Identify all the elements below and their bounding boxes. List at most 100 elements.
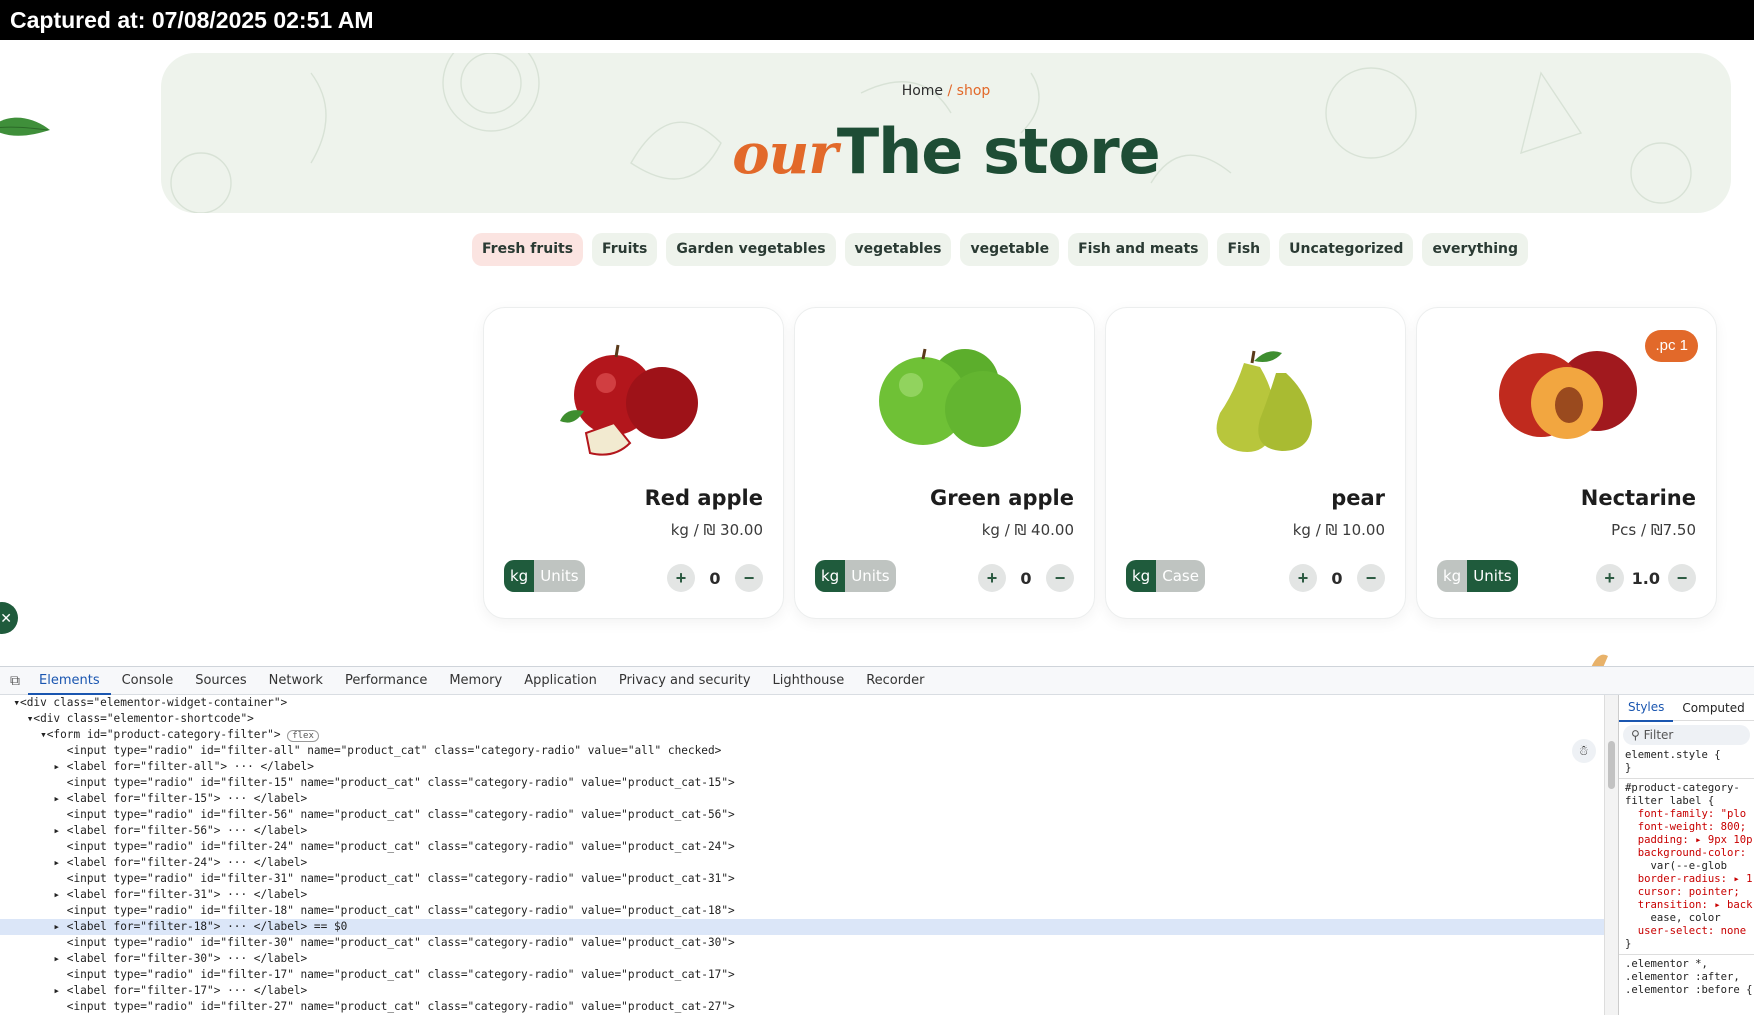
side-panel-close-icon[interactable]: ✕ [0, 602, 18, 634]
filter-chip-fish[interactable]: Fish [1217, 233, 1271, 266]
dom-node[interactable]: ▸ <label for="filter-30"> ··· </label> [0, 951, 1604, 967]
unit-option-case[interactable]: Case [1156, 560, 1205, 592]
product-card[interactable]: pear kg / ₪ 10.00 kg Case + 0 − [1105, 307, 1406, 619]
tab-recorder[interactable]: Recorder [855, 667, 935, 695]
css-property[interactable]: border-radius: ▸ 1 [1619, 873, 1754, 886]
unit-toggle[interactable]: kg Case [1126, 560, 1205, 592]
dom-node[interactable]: <input type="radio" id="filter-31" name=… [0, 871, 1604, 887]
dom-node[interactable]: ▾<div class="elementor-shortcode"> [0, 711, 1604, 727]
tab-privacy-and-security[interactable]: Privacy and security [608, 667, 762, 695]
dom-node[interactable]: <input type="radio" id="filter-27" name=… [0, 999, 1604, 1015]
dom-node[interactable]: <input type="radio" id="filter-all" name… [0, 743, 1604, 759]
pear-image [1216, 350, 1312, 452]
increase-quantity-button[interactable]: + [667, 564, 695, 592]
decrease-quantity-button[interactable]: − [735, 564, 763, 592]
styles-filter-input[interactable]: ⚲ Filter [1623, 725, 1750, 745]
unit-option-units[interactable]: Units [845, 560, 896, 592]
filter-chip-garden-vegetables[interactable]: Garden vegetables [666, 233, 836, 266]
tab-elements[interactable]: Elements [28, 667, 111, 695]
dom-scrollbar[interactable] [1604, 695, 1618, 1015]
breadcrumb-home-link[interactable]: Home [902, 83, 943, 99]
tab-styles[interactable]: Styles [1619, 695, 1674, 722]
quantity-value: 1.0 [1631, 568, 1660, 588]
dom-tree[interactable]: ▾<div class="elementor-widget-container"… [0, 695, 1604, 1015]
green-apple-image [879, 348, 1021, 447]
product-name[interactable]: Red apple [645, 486, 763, 510]
quantity-stepper: + 0 − [978, 564, 1074, 592]
product-price: kg / ₪ 30.00 [670, 521, 763, 539]
filter-chip-fresh-fruits[interactable]: Fresh fruits [472, 233, 584, 266]
css-property[interactable]: transition: ▸ back [1619, 899, 1754, 912]
tab-console[interactable]: Console [111, 667, 185, 695]
css-property[interactable]: font-family: "plo [1619, 808, 1754, 821]
unit-option-units[interactable]: Units [1467, 560, 1518, 592]
css-property[interactable]: user-select: none [1619, 925, 1754, 938]
increase-quantity-button[interactable]: + [978, 564, 1006, 592]
dom-node[interactable]: ▾<form id="product-category-filter"> fle… [0, 727, 1604, 743]
product-card[interactable]: .pc 1 Nectarine Pcs / ₪7.50 kg Units + 1.… [1416, 307, 1717, 619]
dom-node[interactable]: <input type="radio" id="filter-24" name=… [0, 839, 1604, 855]
unit-toggle[interactable]: kg Units [815, 560, 896, 592]
dom-node[interactable]: ▾<div class="elementor-widget-container"… [0, 695, 1604, 711]
unit-toggle[interactable]: kg Units [1437, 560, 1518, 592]
product-card[interactable]: Green apple kg / ₪ 40.00 kg Units + 0 − [794, 307, 1095, 619]
css-property[interactable]: padding: ▸ 9px 10p [1619, 834, 1754, 847]
product-card[interactable]: Red apple kg / ₪ 30.00 kg Units + 0 − [483, 307, 784, 619]
flex-badge[interactable]: flex [287, 730, 319, 742]
dom-node[interactable]: ▸ <label for="filter-24"> ··· </label> [0, 855, 1604, 871]
filter-chip-vegetables[interactable]: vegetables [844, 233, 952, 266]
decrease-quantity-button[interactable]: − [1046, 564, 1074, 592]
product-name[interactable]: pear [1331, 486, 1385, 510]
css-property[interactable]: cursor: pointer; [1619, 886, 1754, 899]
tab-application[interactable]: Application [513, 667, 608, 695]
dom-node[interactable]: <input type="radio" id="filter-30" name=… [0, 935, 1604, 951]
decrease-quantity-button[interactable]: − [1357, 564, 1385, 592]
hero-banner: Home / shop ourThe store [161, 53, 1731, 213]
unit-toggle[interactable]: kg Units [504, 560, 585, 592]
tab-lighthouse[interactable]: Lighthouse [762, 667, 856, 695]
dom-node[interactable]: <input type="radio" id="filter-18" name=… [0, 903, 1604, 919]
product-name[interactable]: Green apple [930, 486, 1074, 510]
css-rule-line: .elementor :after, [1625, 971, 1740, 983]
css-rule-line: } [1625, 938, 1632, 950]
decrease-quantity-button[interactable]: − [1668, 564, 1696, 592]
tab-network[interactable]: Network [258, 667, 334, 695]
page-title-script: our [732, 121, 838, 187]
accessibility-icon[interactable]: ☃ [1572, 739, 1596, 763]
dom-node[interactable]: ▸ <label for="filter-31"> ··· </label> [0, 887, 1604, 903]
capture-timestamp: Captured at: 07/08/2025 02:51 AM [0, 0, 1754, 40]
filter-chip-vegetable[interactable]: vegetable [960, 233, 1060, 266]
unit-option-units[interactable]: Units [534, 560, 585, 592]
dom-node[interactable]: <input type="radio" id="filter-15" name=… [0, 775, 1604, 791]
unit-option-kg[interactable]: kg [504, 560, 535, 592]
dom-node[interactable]: ▸ <label for="filter-15"> ··· </label> [0, 791, 1604, 807]
red-apple-image [560, 344, 698, 456]
dom-node[interactable]: ▸ <label for="filter-56"> ··· </label> [0, 823, 1604, 839]
device-toolbar-icon[interactable]: ⧉ [2, 673, 28, 689]
filter-chip-uncategorized[interactable]: Uncategorized [1279, 233, 1414, 266]
dom-node[interactable]: ▸ <label for="filter-all"> ··· </label> [0, 759, 1604, 775]
dom-node[interactable]: <input type="radio" id="filter-56" name=… [0, 807, 1604, 823]
filter-chip-everything[interactable]: everything [1422, 233, 1529, 266]
css-property[interactable]: background-color: [1619, 847, 1754, 860]
filter-placeholder: Filter [1643, 728, 1674, 742]
unit-option-kg[interactable]: kg [1437, 560, 1468, 592]
tab-performance[interactable]: Performance [334, 667, 438, 695]
product-price: kg / ₪ 40.00 [981, 521, 1074, 539]
dom-node[interactable]: <input type="radio" id="filter-17" name=… [0, 967, 1604, 983]
scrollbar-thumb[interactable] [1608, 741, 1615, 789]
unit-option-kg[interactable]: kg [1126, 560, 1157, 592]
tab-sources[interactable]: Sources [184, 667, 257, 695]
product-name[interactable]: Nectarine [1581, 486, 1696, 510]
tab-memory[interactable]: Memory [438, 667, 513, 695]
dom-node-selected[interactable]: ▸ <label for="filter-18"> ··· </label> =… [0, 919, 1604, 935]
increase-quantity-button[interactable]: + [1289, 564, 1317, 592]
quantity-stepper: + 1.0 − [1595, 564, 1696, 592]
dom-node[interactable]: ▸ <label for="filter-17"> ··· </label> [0, 983, 1604, 999]
filter-chip-fruits[interactable]: Fruits [592, 233, 658, 266]
tab-computed[interactable]: Computed [1673, 695, 1753, 721]
css-property[interactable]: font-weight: 800; [1619, 821, 1754, 834]
filter-chip-fish-and-meats[interactable]: Fish and meats [1068, 233, 1209, 266]
unit-option-kg[interactable]: kg [815, 560, 846, 592]
increase-quantity-button[interactable]: + [1595, 564, 1624, 592]
